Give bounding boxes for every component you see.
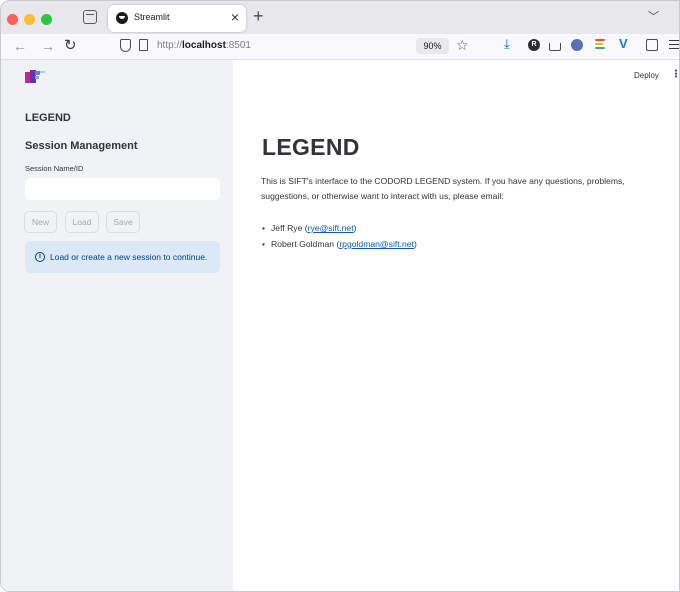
contact-list: Jeff Rye (rye@sift.net) Robert Goldman (… xyxy=(261,220,417,252)
page-content: LEGEND Session Management Session Name/I… xyxy=(1,60,679,591)
close-tab-icon[interactable]: × xyxy=(231,9,239,25)
tab-bar: Streamlit × + ﹀ xyxy=(1,1,679,34)
info-message: Load or create a new session to continue… xyxy=(50,252,208,262)
extension-box-icon[interactable] xyxy=(646,39,658,51)
download-icon[interactable]: ⤓ xyxy=(504,36,516,51)
reload-icon[interactable]: ↻ xyxy=(64,38,77,54)
main-area: Deploy ⋮ LEGEND This is SIFT's interface… xyxy=(233,60,679,591)
share-icon[interactable] xyxy=(549,43,561,51)
new-tab-icon[interactable]: + xyxy=(253,6,264,26)
forward-arrow-icon[interactable]: → xyxy=(41,38,55,54)
shield-icon[interactable] xyxy=(120,39,131,52)
session-management-heading: Session Management xyxy=(25,140,138,152)
sidebar-title: LEGEND xyxy=(25,112,71,124)
sift-logo xyxy=(25,70,45,84)
browser-window: Streamlit × + ﹀ ← → ↻ http://localhost:8… xyxy=(0,0,680,592)
close-window-button[interactable] xyxy=(7,14,18,25)
url-text[interactable]: http://localhost:8501 xyxy=(157,40,251,51)
intro-paragraph: This is SIFT's interface to the CODORD L… xyxy=(261,176,625,201)
list-item: Jeff Rye (rye@sift.net) xyxy=(261,220,417,236)
minimize-window-button[interactable] xyxy=(24,14,35,25)
bookmark-star-icon[interactable]: ☆ xyxy=(456,36,469,54)
email-link[interactable]: rpgoldman@sift.net xyxy=(339,239,414,249)
page-info-icon[interactable] xyxy=(139,39,148,51)
hamburger-menu-icon[interactable] xyxy=(669,40,679,52)
chevron-down-icon[interactable]: ﹀ xyxy=(648,8,659,24)
url-bar[interactable]: http://localhost:8501 90% ☆ xyxy=(111,36,471,57)
extension-icon[interactable] xyxy=(571,39,583,51)
extension-v-icon[interactable]: V xyxy=(619,36,631,51)
tab-list-icon[interactable] xyxy=(83,10,97,24)
info-alert: i Load or create a new session to contin… xyxy=(25,241,220,273)
session-name-input[interactable] xyxy=(25,178,220,200)
navigation-bar: ← → ↻ http://localhost:8501 90% ☆ ⤓ R V xyxy=(1,34,679,60)
more-options-icon[interactable]: ⋮ xyxy=(671,69,679,80)
tab-title: Streamlit xyxy=(134,12,170,22)
info-icon: i xyxy=(35,252,45,262)
streamlit-favicon-icon xyxy=(116,12,128,24)
page-title: LEGEND xyxy=(262,134,360,160)
new-session-button[interactable]: New xyxy=(24,211,57,233)
deploy-button[interactable]: Deploy xyxy=(634,71,659,80)
load-session-button[interactable]: Load xyxy=(65,211,99,233)
profile-r-icon[interactable]: R xyxy=(528,39,540,51)
save-session-button[interactable]: Save xyxy=(106,211,140,233)
list-item: Robert Goldman (rpgoldman@sift.net) xyxy=(261,236,417,252)
email-link[interactable]: rye@sift.net xyxy=(308,223,354,233)
zoom-level-badge[interactable]: 90% xyxy=(416,38,449,54)
back-arrow-icon[interactable]: ← xyxy=(13,38,27,54)
maximize-window-button[interactable] xyxy=(41,14,52,25)
sidebar: LEGEND Session Management Session Name/I… xyxy=(1,60,233,591)
extension-stripes-icon[interactable] xyxy=(595,39,607,51)
session-name-label: Session Name/ID xyxy=(25,164,84,173)
tab-streamlit[interactable]: Streamlit × xyxy=(108,5,246,32)
